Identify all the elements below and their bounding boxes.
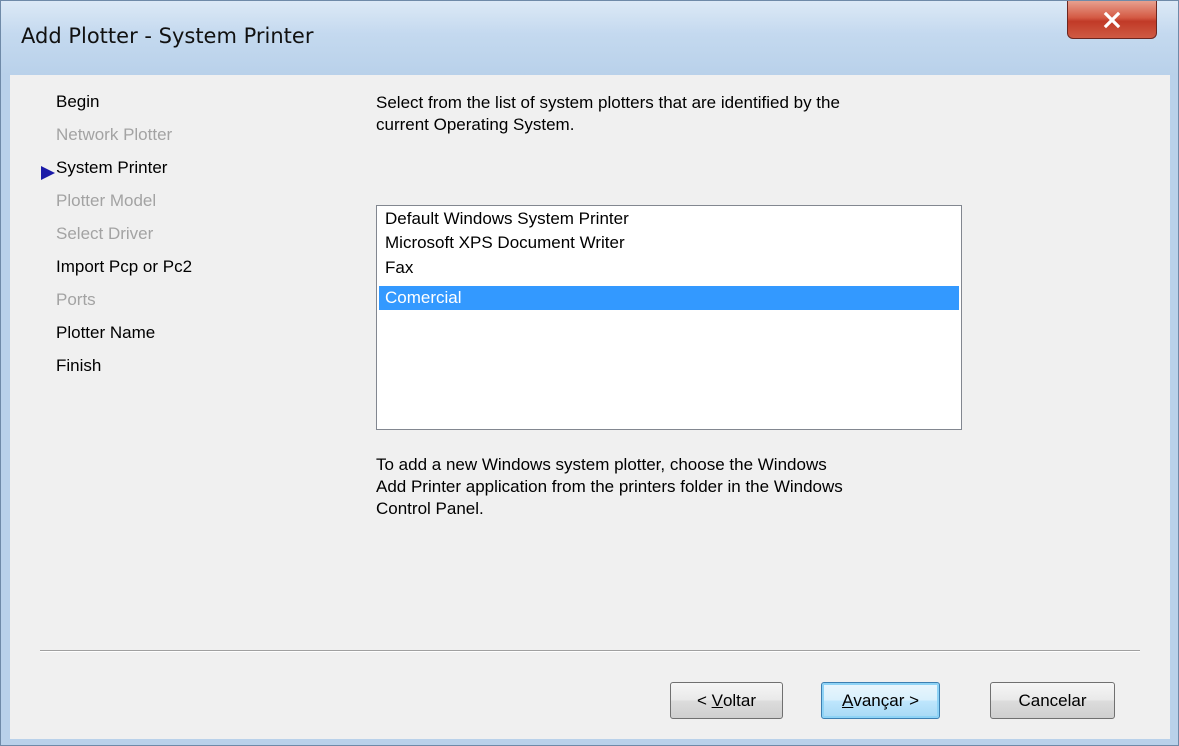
next-button-label: vançar > xyxy=(853,690,920,710)
step-begin: Begin xyxy=(56,92,100,111)
step-import-pcp-pc2: Import Pcp or Pc2 xyxy=(56,257,193,276)
add-plotter-dialog: Add Plotter - System Printer Begin Netwo… xyxy=(0,0,1179,746)
back-button-prefix: < xyxy=(696,690,712,710)
title-bar[interactable]: Add Plotter - System Printer xyxy=(1,1,1178,75)
close-button[interactable] xyxy=(1067,1,1157,39)
system-plotters-list[interactable]: Default Windows System Printer Microsoft… xyxy=(376,205,962,430)
back-button-mnemonic: V xyxy=(711,690,723,710)
cancel-button[interactable]: Cancelar xyxy=(990,682,1115,719)
list-item[interactable]: Microsoft XPS Document Writer xyxy=(379,231,959,255)
step-plotter-name: Plotter Name xyxy=(56,323,156,342)
instructions-text: Select from the list of system plotters … xyxy=(376,92,966,136)
dialog-body: Begin Network Plotter System Printer Plo… xyxy=(10,75,1170,739)
window-title: Add Plotter - System Printer xyxy=(21,24,314,48)
list-item[interactable]: Fax xyxy=(379,256,959,280)
step-ports: Ports xyxy=(56,290,96,309)
list-item[interactable]: Default Windows System Printer xyxy=(379,207,959,231)
next-button[interactable]: Avançar > xyxy=(821,682,940,719)
back-button[interactable]: < Voltar xyxy=(670,682,783,719)
step-plotter-model: Plotter Model xyxy=(56,191,157,210)
step-network-plotter: Network Plotter xyxy=(56,125,173,144)
cancel-button-label: Cancelar xyxy=(1018,690,1087,710)
close-icon xyxy=(1101,11,1123,29)
step-system-printer: System Printer xyxy=(56,158,168,177)
help-line-1: To add a new Windows system plotter, cho… xyxy=(376,455,827,474)
help-line-3: Control Panel. xyxy=(376,499,484,518)
help-text: To add a new Windows system plotter, cho… xyxy=(376,454,966,520)
instructions-line-2: current Operating System. xyxy=(376,115,575,134)
back-button-label: oltar xyxy=(722,690,757,710)
step-select-driver: Select Driver xyxy=(56,224,154,243)
next-button-mnemonic: A xyxy=(841,690,854,710)
instructions-line-1: Select from the list of system plotters … xyxy=(376,93,840,112)
step-finish: Finish xyxy=(56,356,102,375)
help-line-2: Add Printer application from the printer… xyxy=(376,477,843,496)
list-item-selected[interactable]: Comercial xyxy=(379,286,959,310)
button-divider xyxy=(40,650,1140,652)
current-step-arrow-icon xyxy=(41,166,55,185)
